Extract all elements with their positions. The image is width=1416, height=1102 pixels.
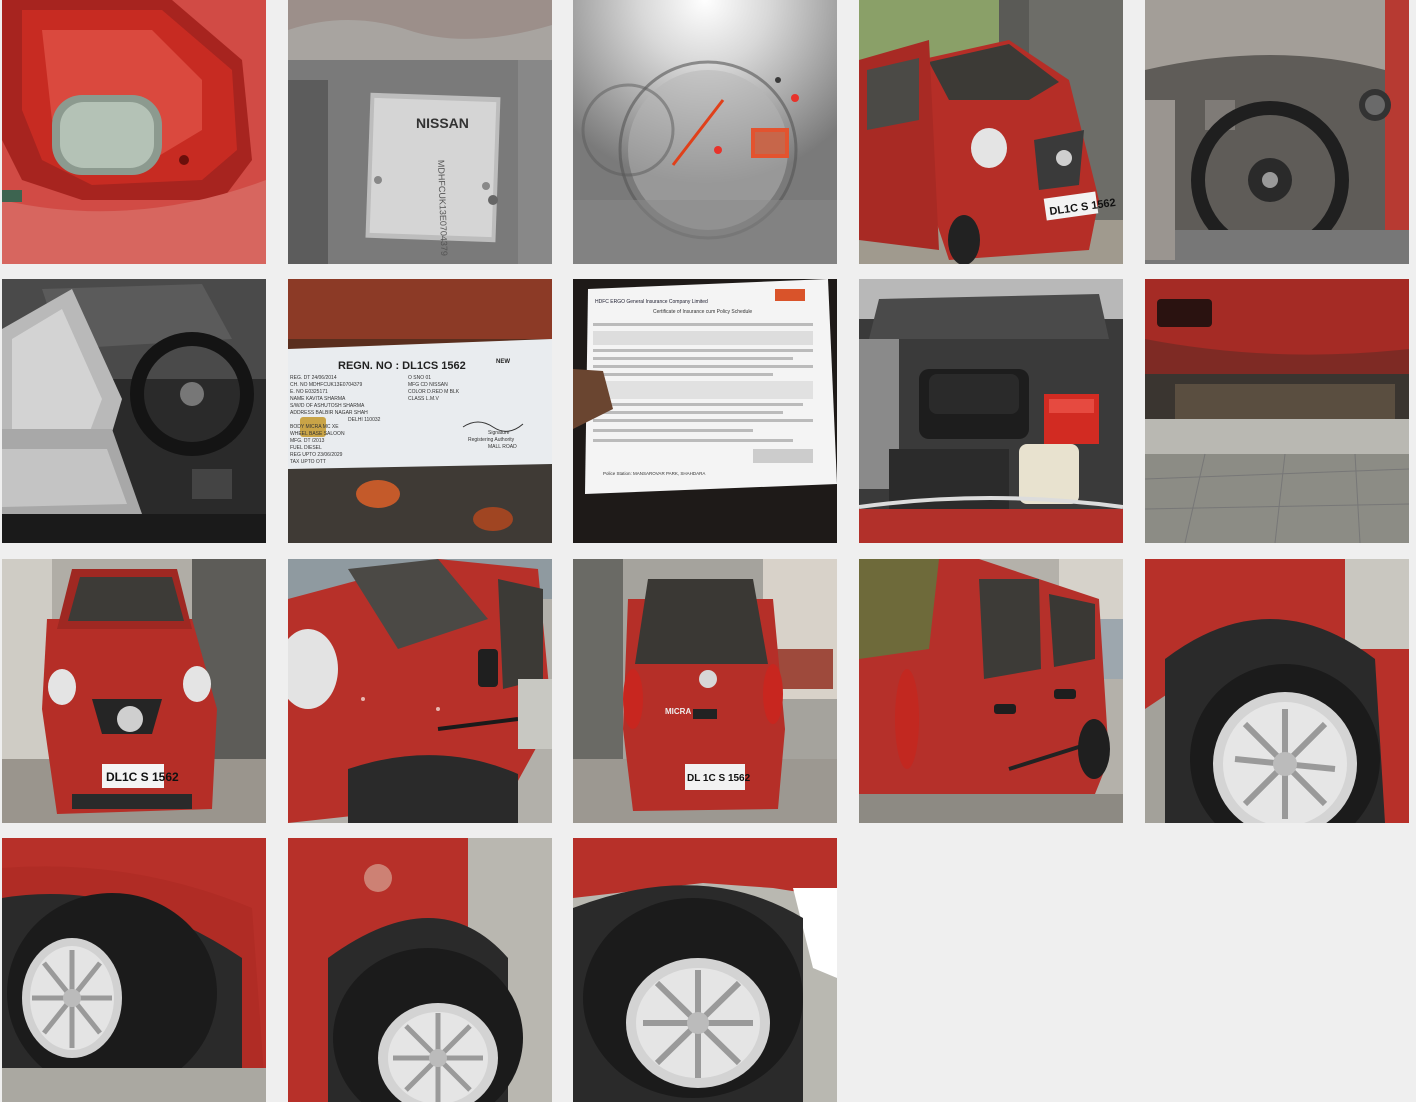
photo-wheel-front-right[interactable] (2, 838, 266, 1102)
front-view-image: DL1C S 1562 (2, 559, 266, 823)
front-door-open-image: DL1C S 1562 (859, 0, 1123, 264)
photo-interior-seats[interactable] (2, 279, 266, 543)
photo-gallery: NISSAN MDHFCUK13E0704379 DL1C S 1562 REG… (0, 0, 1416, 1102)
photo-left-side[interactable] (859, 559, 1123, 823)
front-left-side-image (288, 559, 552, 823)
photo-wheel-rear-right[interactable] (288, 838, 552, 1102)
plate-text: DL1C S 1562 (106, 770, 179, 784)
model-badge: MICRA (665, 707, 691, 716)
rear-view-image: MICRA DL 1C S 1562 (573, 559, 837, 823)
reg-field-right: CLASS L.M.V (408, 396, 440, 402)
photo-instrument-cluster[interactable] (573, 0, 837, 264)
insurance-certificate-image: HDFC ERGO General Insurance Company Limi… (573, 279, 837, 543)
photo-front-view[interactable]: DL1C S 1562 (2, 559, 266, 823)
reg-authority-place: MALL ROAD (488, 444, 517, 450)
wheel-front-right-image (2, 838, 266, 1102)
vin-brand-text: NISSAN (416, 115, 469, 131)
insurance-footer: Police Station: MANSAROVAR PARK, SHAHDAR… (603, 471, 705, 476)
reg-field: DELHI 110032 (348, 417, 381, 423)
insurance-subtitle: Certificate of Insurance cum Policy Sche… (653, 309, 752, 315)
dashboard-image (1145, 0, 1409, 264)
registration-card-image: REGN. NO : DL1CS 1562 NEW REG. DT 24/06/… (288, 279, 552, 543)
photo-insurance-certificate[interactable]: HDFC ERGO General Insurance Company Limi… (573, 279, 837, 543)
photo-rear-view[interactable]: MICRA DL 1C S 1562 (573, 559, 837, 823)
regn-title: REGN. NO : DL1CS 1562 (338, 360, 466, 372)
photo-vin-plate[interactable]: NISSAN MDHFCUK13E0704379 (288, 0, 552, 264)
reg-field-right: MFG CD NISSAN (408, 382, 448, 388)
photo-wheel-rear-left[interactable] (1145, 559, 1409, 823)
regn-new-label: NEW (496, 359, 510, 365)
interior-seats-image (2, 279, 266, 543)
reg-field: WHEEL BASE SALOON (290, 431, 345, 437)
reg-field: TAX UPTO OTT (290, 459, 326, 465)
photo-wheel-front-left[interactable] (573, 838, 837, 1102)
engine-bay-image (859, 279, 1123, 543)
reg-authority-label: Registering Authority (468, 437, 515, 443)
wheel-rear-right-image (288, 838, 552, 1102)
photo-engine-bay[interactable] (859, 279, 1123, 543)
reg-field: REG. DT 24/06/2014 (290, 375, 337, 381)
reg-field: NAME KAVITA SHARMA (290, 396, 346, 402)
photo-front-left-side[interactable] (288, 559, 552, 823)
wheel-front-left-image (573, 838, 837, 1102)
instrument-cluster-image (573, 0, 837, 264)
reg-field: S/W/D OF ASHUTOSH SHARMA (290, 403, 365, 409)
left-side-image (859, 559, 1123, 823)
plate-text: DL 1C S 1562 (687, 773, 751, 784)
reg-field-right: COLOR D.RED M BLK (408, 389, 460, 395)
reg-field: REG UPTO 23/06/2029 (290, 452, 343, 458)
reg-field: BODY MICRA MC XE (290, 424, 339, 430)
reg-field: E. NO E0325171 (290, 389, 328, 395)
photo-front-door-open[interactable]: DL1C S 1562 (859, 0, 1123, 264)
insurance-header: HDFC ERGO General Insurance Company Limi… (595, 299, 708, 305)
reg-field: FUEL DIESEL (290, 445, 322, 451)
reg-field: MFG. DT /2013 (290, 438, 325, 444)
reg-field-right: O SNO 01 (408, 375, 431, 381)
reg-field: CH. NO MDHFCUK13E0704379 (290, 382, 362, 388)
underbody-image (1145, 279, 1409, 543)
photo-underbody[interactable] (1145, 279, 1409, 543)
vin-plate-image: NISSAN MDHFCUK13E0704379 (288, 0, 552, 264)
photo-dashboard[interactable] (1145, 0, 1409, 264)
photo-registration-card[interactable]: REGN. NO : DL1CS 1562 NEW REG. DT 24/06/… (288, 279, 552, 543)
wheel-rear-left-image (1145, 559, 1409, 823)
reg-field: ADDRESS BALBIR NAGAR SHAH (290, 410, 368, 416)
photo-tail-light[interactable] (2, 0, 266, 264)
tail-light-image (2, 0, 266, 264)
